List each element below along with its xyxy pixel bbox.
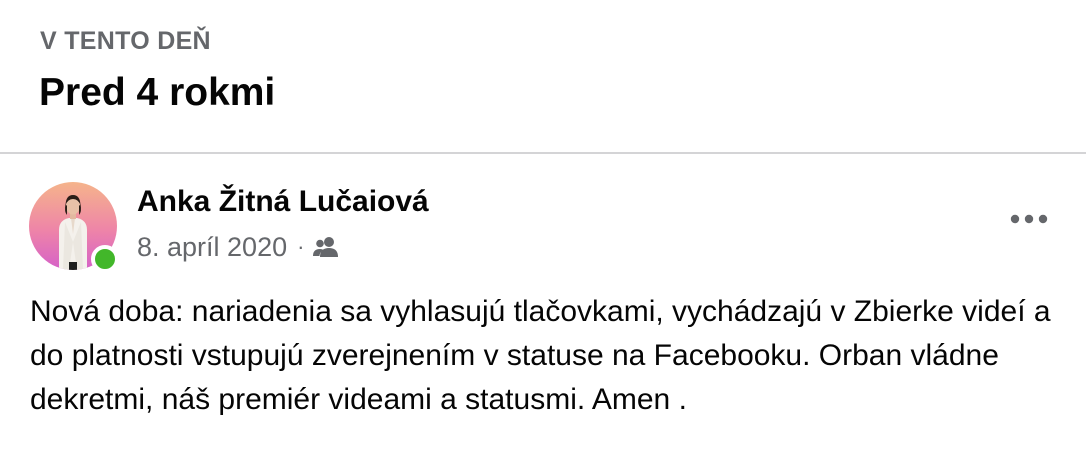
- friends-icon[interactable]: [312, 235, 340, 259]
- post-meta: 8. apríl 2020 ·: [137, 230, 340, 264]
- author-name[interactable]: Anka Žitná Lučaiová: [137, 184, 429, 220]
- post-card: Anka Žitná Lučaiová 8. apríl 2020 · Nová…: [0, 156, 1086, 476]
- post-text: Nová doba: nariadenia sa vyhlasujú tlačo…: [30, 295, 1051, 416]
- meta-separator: ·: [297, 234, 305, 259]
- online-status-dot: [91, 245, 119, 273]
- post-date[interactable]: 8. apríl 2020: [137, 232, 287, 263]
- section-label: V TENTO DEŇ: [40, 27, 211, 55]
- author-avatar[interactable]: [29, 182, 119, 273]
- more-options-icon[interactable]: [1004, 204, 1054, 234]
- memory-header: V TENTO DEŇ Pred 4 rokmi: [0, 0, 1086, 154]
- memory-title: Pred 4 rokmi: [39, 71, 276, 114]
